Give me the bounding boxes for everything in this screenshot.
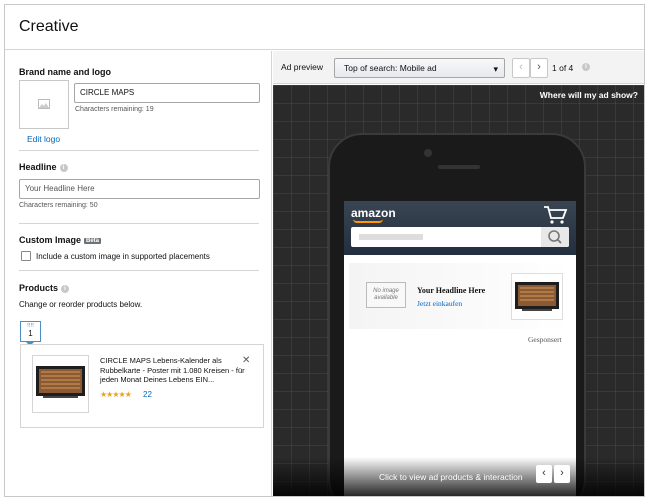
creative-settings: Brand name and logo Edit logo CIRCLE MAP…: [5, 51, 272, 496]
ad-cta-link[interactable]: Jetzt einkaufen: [417, 299, 462, 308]
brand-name-input[interactable]: CIRCLE MAPS: [74, 83, 260, 103]
amazon-logo: amazon: [351, 206, 396, 220]
preview-toolbar: Ad preview Top of search: Mobile ad ▾ ‹ …: [273, 51, 644, 84]
info-icon[interactable]: i: [59, 163, 68, 172]
product-position-number: 1: [28, 329, 33, 338]
search-placeholder-bar: [359, 234, 423, 240]
product-thumbnail: [32, 355, 89, 413]
search-button: [541, 227, 569, 247]
page-title: Creative: [19, 18, 79, 35]
search-icon: [548, 230, 562, 244]
custom-image-checkbox-label[interactable]: Include a custom image in supported plac…: [36, 252, 210, 261]
product-image: [515, 282, 559, 311]
placement-select[interactable]: Top of search: Mobile ad ▾: [334, 58, 505, 78]
cart-icon: [544, 206, 568, 224]
headline-label: Headline i: [19, 162, 68, 172]
product-card[interactable]: CIRCLE MAPS Lebens-Kalender als Rubbelka…: [20, 344, 264, 428]
brand-label: Brand name and logo: [19, 67, 112, 77]
sponsored-label: Gesponsert: [528, 335, 562, 344]
placement-pager: 1 of 4: [552, 63, 574, 73]
divider: [19, 223, 259, 224]
sponsored-brand-ad[interactable]: No image available Your Headline Here Je…: [349, 263, 571, 329]
ad-preview-panel: Ad preview Top of search: Mobile ad ▾ ‹ …: [273, 51, 644, 496]
headline-chars-remaining: Characters remaining: 50: [19, 202, 98, 209]
next-placement-button[interactable]: ›: [530, 58, 548, 78]
custom-image-label: Custom Image Beta: [19, 235, 102, 245]
image-icon: [38, 99, 50, 109]
creative-panel: Creative Brand name and logo Edit logo C…: [4, 4, 645, 497]
placement-value: Top of search: Mobile ad: [344, 63, 437, 73]
info-icon[interactable]: i: [582, 63, 590, 71]
preview-canvas: Where will my ad show? amazon No image a…: [273, 85, 644, 496]
divider: [19, 150, 259, 151]
ad-product-thumbnail: [511, 273, 563, 320]
ad-preview-label: Ad preview: [281, 62, 324, 72]
products-hint: Change or reorder products below.: [19, 300, 143, 309]
product-image: [36, 366, 85, 398]
product-position-tab[interactable]: ⠿⠿ 1: [20, 321, 41, 342]
ad-headline: Your Headline Here: [417, 286, 486, 295]
edit-logo-link[interactable]: Edit logo: [27, 134, 60, 144]
custom-image-checkbox[interactable]: [21, 251, 31, 261]
prev-product-button[interactable]: ‹: [536, 465, 552, 483]
amazon-search-bar: [351, 227, 569, 247]
where-will-my-ad-show-link[interactable]: Where will my ad show?: [540, 90, 638, 100]
star-rating: ★★★★★: [100, 390, 132, 399]
divider: [19, 270, 259, 271]
brand-chars-remaining: Characters remaining: 19: [75, 106, 154, 113]
info-icon[interactable]: i: [61, 284, 70, 293]
phone-speaker: [438, 165, 480, 169]
no-image-placeholder: No image available: [366, 282, 406, 308]
headline-input[interactable]: Your Headline Here: [19, 179, 260, 199]
products-label: Products i: [19, 283, 70, 293]
next-product-button[interactable]: ›: [554, 465, 570, 483]
creative-header: Creative: [5, 5, 644, 50]
amazon-smile-icon: [353, 219, 383, 223]
phone-mockup: amazon No image available Your Headline …: [328, 133, 586, 496]
review-count[interactable]: 22: [143, 390, 152, 399]
phone-screen: amazon No image available Your Headline …: [344, 201, 576, 496]
amazon-header: amazon: [344, 201, 576, 255]
product-title[interactable]: CIRCLE MAPS Lebens-Kalender als Rubbelka…: [100, 356, 245, 385]
phone-camera: [424, 149, 432, 157]
brand-logo-placeholder[interactable]: [19, 80, 69, 129]
prev-placement-button[interactable]: ‹: [512, 58, 530, 78]
beta-badge: Beta: [84, 238, 102, 244]
view-ad-products-text: Click to view ad products & interaction: [379, 472, 523, 482]
remove-product-icon[interactable]: ✕: [242, 355, 250, 366]
chevron-down-icon: ▾: [493, 64, 498, 74]
